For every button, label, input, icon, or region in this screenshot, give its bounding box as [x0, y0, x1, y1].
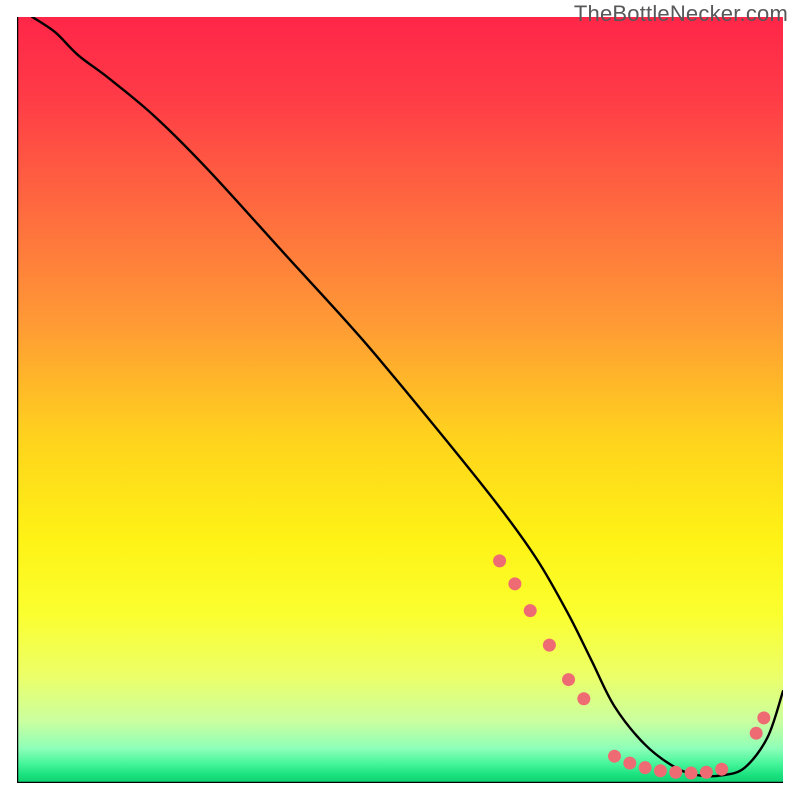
marker-dot — [543, 639, 556, 652]
marker-dot — [757, 711, 770, 724]
marker-dot — [685, 767, 698, 780]
marker-dot — [562, 673, 575, 686]
marker-dot — [715, 763, 728, 776]
marker-dot — [639, 761, 652, 774]
watermark-text: TheBottleNecker.com — [574, 1, 788, 27]
marker-dot — [654, 764, 667, 777]
bottleneck-curve — [32, 17, 783, 776]
chart-container: TheBottleNecker.com — [0, 0, 800, 800]
marker-dot — [669, 766, 682, 779]
chart-svg — [17, 17, 783, 783]
marker-dot — [577, 692, 590, 705]
marker-dot — [508, 577, 521, 590]
marker-dot — [700, 766, 713, 779]
marker-group — [493, 554, 770, 779]
plot-area — [17, 17, 783, 783]
marker-dot — [524, 604, 537, 617]
marker-dot — [750, 727, 763, 740]
marker-dot — [493, 554, 506, 567]
marker-dot — [623, 757, 636, 770]
marker-dot — [608, 750, 621, 763]
